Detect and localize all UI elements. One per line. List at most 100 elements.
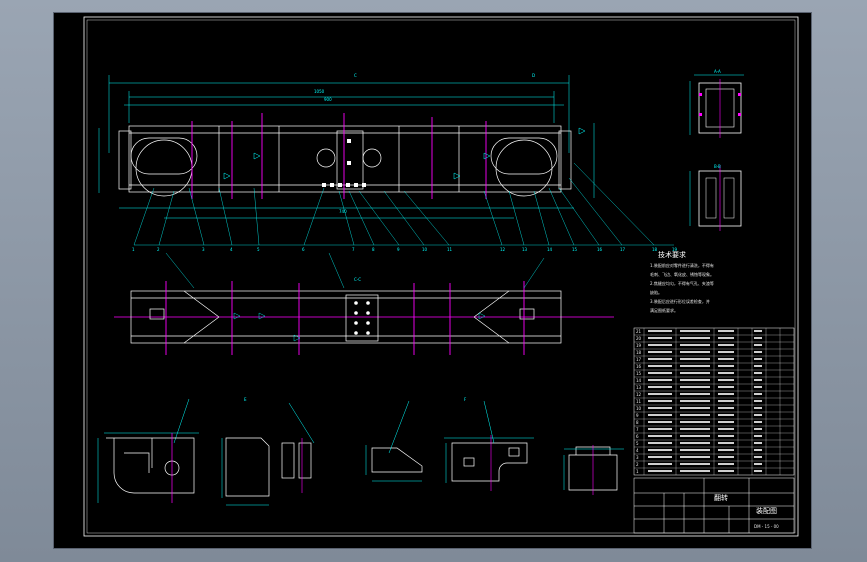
bom-cell-text	[680, 470, 710, 472]
balloon-number: 3	[202, 247, 205, 252]
svg-text:900: 900	[324, 97, 332, 102]
bom-cell-text	[718, 330, 734, 332]
bom-cell-text	[648, 372, 672, 374]
bom-cell-text	[718, 351, 734, 353]
bom-cell-text	[648, 351, 672, 353]
bom-item-number: 14	[636, 378, 642, 383]
section-view-lower: B-B	[689, 164, 742, 231]
bom-cell-text	[680, 379, 710, 381]
title-block: 翻转 装配图 DM - 15 - 00	[633, 477, 795, 534]
bom-item-number: 19	[636, 343, 642, 348]
svg-text:1050: 1050	[314, 89, 325, 94]
bom-cell-text	[680, 435, 710, 437]
bom-cell-text	[754, 379, 762, 381]
bom-cell-text	[718, 463, 734, 465]
detail-part-2	[221, 402, 315, 506]
bom-cell-text	[680, 407, 710, 409]
bom-item-number: 11	[636, 399, 642, 404]
bom-cell-text	[648, 330, 672, 332]
bom-cell-text	[648, 470, 672, 472]
bom-cell-text	[718, 344, 734, 346]
balloon-number: 8	[372, 247, 375, 252]
bom-cell-text	[648, 365, 672, 367]
bom-item-number: 8	[636, 420, 639, 425]
bom-cell-text	[718, 435, 734, 437]
bom-item-number: 18	[636, 350, 642, 355]
bom-cell-text	[680, 456, 710, 458]
bom-cell-text	[680, 337, 710, 339]
bom-cell-text	[648, 442, 672, 444]
balloon-number: 5	[257, 247, 260, 252]
bom-item-number: 6	[636, 434, 639, 439]
bom-cell-text	[680, 344, 710, 346]
bom-item-number: 3	[636, 455, 639, 460]
bom-cell-text	[718, 407, 734, 409]
bom-cell-text	[680, 421, 710, 423]
bom-cell-text	[754, 435, 762, 437]
balloon-number: 1	[132, 247, 135, 252]
bom-cell-text	[754, 344, 762, 346]
svg-text:740: 740	[339, 209, 347, 214]
bom-cell-text	[648, 456, 672, 458]
tech-req-line: 2.焦缝应均匀，不得有气孔、夹渣等	[650, 280, 714, 286]
balloon-number: 12	[500, 247, 506, 252]
bom-cell-text	[718, 358, 734, 360]
bom-cell-text	[648, 386, 672, 388]
bom-cell-text	[754, 407, 762, 409]
balloon-number: 17	[620, 247, 626, 252]
bom-cell-text	[648, 393, 672, 395]
detail-part-5	[563, 445, 624, 495]
detail-part-3	[365, 400, 423, 482]
bom-cell-text	[754, 449, 762, 451]
section-view-upper: A-A	[689, 69, 744, 138]
bom-cell-text	[754, 456, 762, 458]
detail-part-1	[97, 398, 199, 503]
bom-cell-text	[648, 344, 672, 346]
balloon-number: 2	[157, 247, 160, 252]
svg-text:C-C: C-C	[354, 277, 361, 282]
balloon-number: 9	[397, 247, 400, 252]
bom-item-number: 17	[636, 357, 642, 362]
bom-cell-text	[754, 442, 762, 444]
balloon-number: 7	[352, 247, 355, 252]
bom-item-number: 1	[636, 469, 639, 474]
tech-req-line: 毛刺、飞边、氧化皮、锈蚀等现象。	[650, 271, 714, 277]
bom-cell-text	[648, 428, 672, 430]
section-label: E	[244, 397, 247, 402]
bom-item-number: 5	[636, 441, 639, 446]
tech-req-line: 3.装配后应进行形位误差检查，并	[650, 298, 710, 304]
cad-viewport[interactable]: 1050 900 740 A-A B-B C-C 技术要求 1.装配前应对零件进…	[54, 13, 811, 548]
bom-cell-text	[680, 393, 710, 395]
bom-cell-text	[680, 400, 710, 402]
section-label: C	[354, 73, 357, 78]
bom-cell-text	[754, 351, 762, 353]
bom-cell-text	[680, 351, 710, 353]
bom-cell-text	[754, 393, 762, 395]
bom-cell-text	[648, 337, 672, 339]
bom-cell-text	[718, 470, 734, 472]
balloon-number: 6	[302, 247, 305, 252]
bom-cell-text	[754, 470, 762, 472]
bom-item-number: 9	[636, 413, 639, 418]
bom-cell-text	[754, 330, 762, 332]
section-label: D	[532, 73, 535, 78]
bom-cell-text	[648, 358, 672, 360]
balloon-number: 16	[597, 247, 603, 252]
bom-cell-text	[718, 365, 734, 367]
bom-cell-text	[680, 414, 710, 416]
bom-cell-text	[754, 386, 762, 388]
bom-item-number: 15	[636, 371, 642, 376]
bom-cell-text	[754, 414, 762, 416]
bom-item-number: 7	[636, 427, 639, 432]
balloon-number: 11	[447, 247, 453, 252]
bom-cell-text	[754, 428, 762, 430]
balloon-number: 19	[672, 247, 678, 252]
svg-text:A-A: A-A	[714, 69, 721, 74]
bom-item-number: 16	[636, 364, 642, 369]
balloon-number: 4	[230, 247, 233, 252]
bom-cell-text	[680, 386, 710, 388]
bom-cell-text	[648, 421, 672, 423]
balloon-number: 14	[547, 247, 553, 252]
bom-item-number: 4	[636, 448, 639, 453]
front-view: 1050 900 740	[98, 75, 674, 246]
